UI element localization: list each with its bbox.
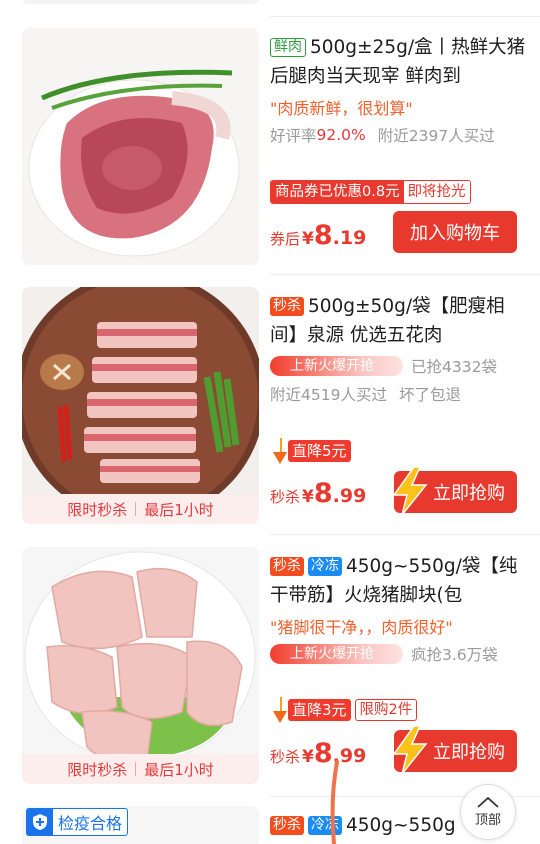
price-drop-badge: 直降3元 限购2件 [270,697,418,723]
nearby-buyers: 附近2397人买过 [377,127,495,145]
product-image[interactable]: 限时秒杀 最后1小时 [22,287,259,524]
add-to-cart-button[interactable]: 加入购物车 [393,211,517,253]
price-drop-badge: 直降5元 [270,438,351,464]
nearby-buyers: 附近4519人买过 [270,386,387,404]
flash-sale-tag: 秒杀 [270,557,304,576]
review-quote: "肉质新鲜，很划算" [270,99,413,118]
purchase-limit-badge: 限购2件 [354,699,418,721]
flash-sale-tag: 秒杀 [270,297,304,316]
product-meta: 好评率 92.0% 附近2397人买过 [270,126,495,145]
product-meta: 上新火爆开抢 疯抢3.6万袋 [270,640,532,668]
rating-value: 92.0% [316,126,366,144]
product-image[interactable] [22,28,259,265]
product-meta-2: 附近4519人买过 坏了包退 [270,380,532,408]
divider [270,274,540,275]
pork-leg-illustration [22,28,259,265]
hot-sale-badge: 上新火爆开抢 [270,644,403,664]
chevron-up-icon [477,796,499,808]
guarantee: 坏了包退 [398,386,461,404]
divider [270,534,540,535]
product-title[interactable]: 秒杀 500g±50g/袋【肥瘦相间】泉源 优选五花肉 [270,292,532,350]
product-list-page: 鲜肉 500g±25g/盒丨热鲜大猪后腿肉当天现宰 鲜肉到 "肉质新鲜，很划算" … [0,0,540,844]
lightning-icon [392,726,428,774]
back-to-top-button[interactable]: 顶部 [460,784,516,840]
frozen-tag: 冷冻 [308,557,342,576]
product-title[interactable]: 秒杀 冷冻 450g~550g/袋【纯干带筋】火烧猪脚块(包 [270,552,532,610]
down-arrow-icon [273,697,287,723]
down-arrow-icon [273,438,287,464]
quarantine-badge: 检疫合格 [26,808,129,836]
previous-card-edge [22,0,259,4]
coupon-badge: 商品券已优惠0.8元 即将抢光 [270,180,471,204]
product-meta: 上新火爆开抢 已抢4332袋 [270,352,532,380]
review-quote: "猪脚很干净，，肉质很好" [270,618,453,637]
flash-sale-tag: 秒杀 [270,816,304,835]
fresh-tag: 鲜肉 [270,38,306,57]
sold-count: 已抢4332袋 [411,358,497,376]
price: 券后 ¥ 8 .19 [270,220,367,251]
product-title[interactable]: 鲜肉 500g±25g/盒丨热鲜大猪后腿肉当天现宰 鲜肉到 [270,33,532,91]
hot-sale-badge: 上新火爆开抢 [270,356,403,376]
frozen-tag: 冷冻 [308,816,342,835]
pig-trotters-illustration [22,547,259,784]
flash-sale-bar: 限时秒杀 最后1小时 [22,494,259,524]
product-image[interactable]: 限时秒杀 最后1小时 [22,547,259,784]
price: 秒杀 ¥ 8 .99 [270,478,367,509]
sold-count: 疯抢3.6万袋 [411,646,498,664]
shield-icon [27,809,53,835]
lightning-icon [392,467,428,515]
pork-belly-illustration [22,287,259,524]
divider [270,16,540,17]
price: 秒杀 ¥ 8 .99 [270,738,367,769]
flash-sale-bar: 限时秒杀 最后1小时 [22,754,259,784]
